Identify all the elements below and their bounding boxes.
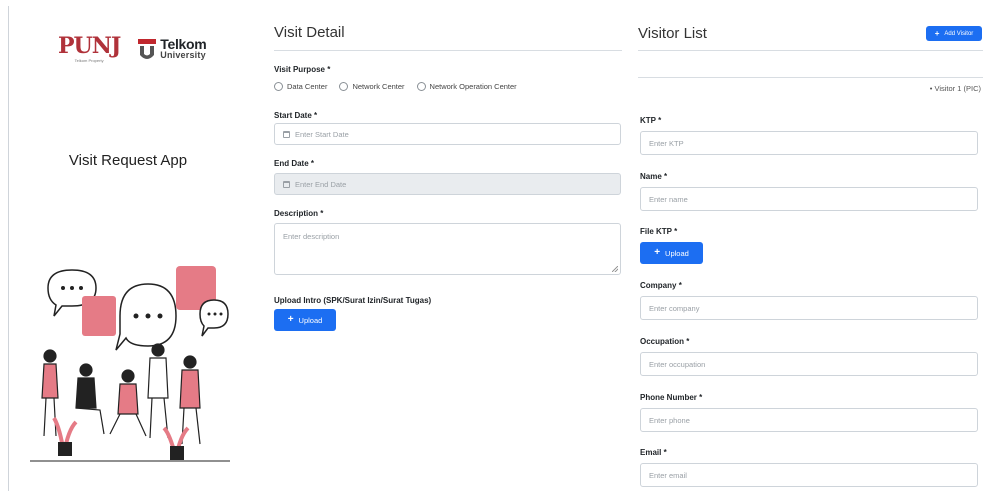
telkom-emblem-icon <box>138 38 157 59</box>
add-visitor-label: Add Visitor <box>944 30 974 37</box>
start-date-label: Start Date * <box>274 111 318 120</box>
required-marker: * <box>678 281 682 290</box>
radio-label: Data Center <box>287 82 328 91</box>
logo-row: PUNJ Telkom Property Telkom University <box>58 33 207 63</box>
required-marker: * <box>314 111 318 120</box>
required-marker: * <box>699 393 703 402</box>
phone-number-label: Phone Number * <box>640 393 703 402</box>
description-textarea[interactable]: Enter description <box>274 223 621 275</box>
phone-placeholder: Enter phone <box>649 415 690 425</box>
radio-label: Network Center <box>352 82 405 91</box>
required-marker: * <box>663 448 667 457</box>
visitor-list-divider <box>638 50 983 51</box>
plus-icon: + <box>654 247 661 258</box>
email-label: Email * <box>640 448 667 457</box>
end-date-label: End Date * <box>274 159 315 168</box>
upload-intro-button[interactable]: + Upload <box>274 309 336 331</box>
end-date-placeholder: Enter End Date <box>295 179 347 189</box>
people-chatting-illustration <box>30 266 230 462</box>
name-input[interactable]: Enter name <box>640 187 978 211</box>
radio-button[interactable] <box>416 82 426 91</box>
upload-button-label: Upload <box>298 315 323 325</box>
calendar-icon <box>283 180 290 188</box>
file-ktp-label: File KTP * <box>640 227 678 236</box>
puni-logo: PUNJ Telkom Property <box>58 33 121 63</box>
plus-icon: + <box>934 28 940 38</box>
occupation-label: Occupation * <box>640 337 690 346</box>
end-date-input[interactable]: Enter End Date <box>274 173 621 195</box>
ktp-input[interactable]: Enter KTP <box>640 131 978 155</box>
required-marker: * <box>658 116 662 125</box>
page-left-border <box>8 6 9 491</box>
required-marker: * <box>320 209 324 218</box>
file-ktp-upload-label: Upload <box>665 248 689 258</box>
app-title: Visit Request App <box>68 152 188 169</box>
visit-purpose-label: Visit Purpose * <box>274 65 331 74</box>
upload-intro-label: Upload Intro (SPK/Surat Izin/Surat Tugas… <box>274 296 432 305</box>
radio-network-center[interactable]: Network Center <box>339 82 405 91</box>
radio-button[interactable] <box>274 82 283 91</box>
telkom-university-logo: Telkom University <box>138 35 207 61</box>
visitor-1-tab[interactable]: • Visitor 1 (PIC) <box>930 84 981 93</box>
university-wordmark: University <box>160 49 206 60</box>
add-visitor-button[interactable]: + Add Visitor <box>926 26 982 41</box>
plus-icon: + <box>287 314 294 325</box>
radio-network-operation-center[interactable]: Network Operation Center <box>416 82 517 91</box>
branding-panel: PUNJ Telkom Property Telkom University V… <box>10 0 260 497</box>
required-marker: * <box>686 337 690 346</box>
company-label: Company * <box>640 281 682 290</box>
start-date-placeholder: Enter Start Date <box>295 129 349 139</box>
description-label: Description * <box>274 209 324 218</box>
radio-data-center[interactable]: Data Center <box>274 82 327 91</box>
required-marker: * <box>674 227 678 236</box>
description-placeholder: Enter description <box>283 232 340 241</box>
email-placeholder: Enter email <box>649 470 687 480</box>
radio-label: Network Operation Center <box>429 82 517 91</box>
name-placeholder: Enter name <box>649 194 688 204</box>
occupation-input[interactable]: Enter occupation <box>640 352 978 376</box>
email-input[interactable]: Enter email <box>640 463 978 487</box>
visit-purpose-radio-group: Data Center Network Center Network Opera… <box>274 82 517 91</box>
visit-detail-divider <box>274 50 622 51</box>
puni-logo-mark: PUNJ <box>58 33 121 59</box>
visitor-list-title: Visitor List <box>638 25 707 42</box>
radio-button[interactable] <box>339 82 349 91</box>
ktp-placeholder: Enter KTP <box>649 138 684 148</box>
required-marker: * <box>664 172 668 181</box>
occupation-placeholder: Enter occupation <box>649 359 706 369</box>
company-input[interactable]: Enter company <box>640 296 978 320</box>
phone-number-input[interactable]: Enter phone <box>640 408 978 432</box>
calendar-icon <box>283 130 290 138</box>
visitor-tab-divider <box>638 77 983 78</box>
required-marker: * <box>310 159 315 168</box>
name-label: Name * <box>640 172 668 181</box>
puni-logo-subtitle: Telkom Property <box>74 58 104 63</box>
ktp-label: KTP * <box>640 116 662 125</box>
file-ktp-upload-button[interactable]: + Upload <box>640 242 703 264</box>
telkom-wordmark: Telkom <box>160 35 207 52</box>
visit-detail-title: Visit Detail <box>274 24 345 41</box>
required-marker: * <box>327 65 331 74</box>
resize-handle-icon[interactable] <box>612 266 618 272</box>
company-placeholder: Enter company <box>649 303 700 313</box>
start-date-input[interactable]: Enter Start Date <box>274 123 621 145</box>
